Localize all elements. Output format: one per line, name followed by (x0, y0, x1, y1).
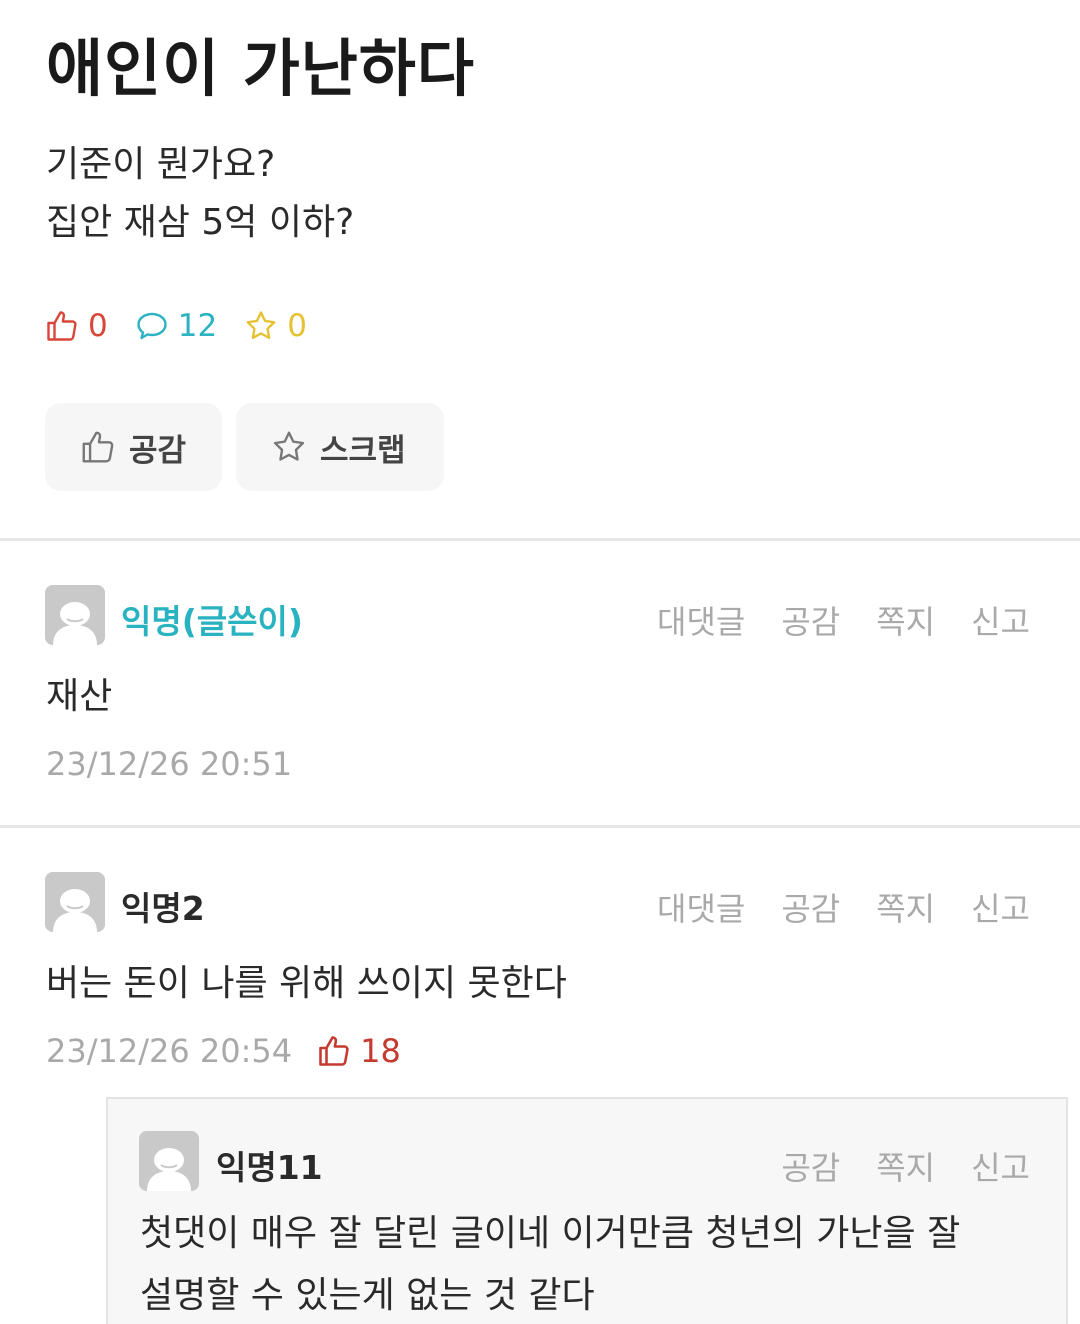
message-button[interactable]: 쪽지 (876, 1143, 935, 1189)
comment-like-button[interactable]: 공감 (781, 597, 840, 643)
post-body-line: 집안 재삼 5억 이하? (46, 202, 355, 243)
reply-text: 첫댓이 매우 잘 달린 글이네 이거만큼 청년의 가난을 잘 설명할 수 있는게… (140, 1203, 960, 1324)
avatar (139, 1131, 199, 1191)
comment-text: 재산 (46, 676, 113, 717)
anonymous-user-icon (45, 585, 105, 645)
scrap-button[interactable]: 스크랩 (236, 403, 444, 491)
scrap-count-value: 0 (287, 308, 307, 344)
avatar (45, 872, 105, 932)
thumbs-up-icon (47, 311, 77, 341)
star-icon (273, 431, 305, 461)
reply-item: 익명11 공감 쪽지 신고 첫댓이 매우 잘 달린 글이네 이거만큼 청년의 가… (106, 1097, 1068, 1324)
reply-text-line: 설명할 수 있는게 없는 것 같다 (140, 1275, 595, 1316)
anonymous-user-icon (139, 1131, 199, 1191)
report-button[interactable]: 신고 (971, 1143, 1030, 1189)
scrap-count: 0 (243, 308, 307, 344)
comment-actions: 대댓글 공감 쪽지 신고 (621, 597, 1030, 643)
thumbs-up-icon (82, 431, 114, 463)
reply-text-line: 첫댓이 매우 잘 달린 글이네 이거만큼 청년의 가난을 잘 (140, 1213, 961, 1254)
message-button[interactable]: 쪽지 (876, 597, 935, 643)
star-icon (246, 311, 276, 340)
post-actions: 공감 스크랩 (45, 403, 458, 491)
post: 애인이 가난하다 기준이 뭔가요? 집안 재삼 5억 이하? 0 12 0 공감… (0, 0, 1080, 540)
avatar (45, 585, 105, 645)
reply-like-button[interactable]: 공감 (781, 1143, 840, 1189)
like-button[interactable]: 공감 (45, 403, 222, 491)
post-stats: 0 12 0 (44, 306, 333, 346)
thumbs-up-icon (319, 1036, 349, 1066)
comment-count-value: 12 (177, 308, 218, 344)
comment-like-count: 18 (316, 1032, 401, 1070)
reply-actions: 공감 쪽지 신고 (745, 1143, 1030, 1189)
comment-like-count-value: 18 (360, 1032, 401, 1070)
comment-meta: 23/12/26 20:51 (46, 745, 292, 783)
comment-item: 익명(글쓴이) 대댓글 공감 쪽지 신고 재산 23/12/26 20:51 (0, 541, 1080, 825)
message-button[interactable]: 쪽지 (876, 884, 935, 930)
reply-button[interactable]: 대댓글 (657, 597, 745, 643)
post-title: 애인이 가난하다 (46, 32, 475, 105)
reply-button[interactable]: 대댓글 (657, 884, 745, 930)
reply-author[interactable]: 익명11 (216, 1141, 323, 1189)
speech-bubble-icon (137, 312, 167, 340)
like-count-value: 0 (88, 308, 108, 344)
anonymous-user-icon (45, 872, 105, 932)
like-button-label: 공감 (129, 432, 187, 469)
comment-timestamp: 23/12/26 20:51 (46, 745, 293, 783)
comment-author[interactable]: 익명(글쓴이) (121, 595, 303, 643)
comment-author[interactable]: 익명2 (121, 882, 205, 930)
post-body-line: 기준이 뭔가요? (46, 144, 276, 185)
comment-item: 익명2 대댓글 공감 쪽지 신고 버는 돈이 나를 위해 쓰이지 못한다 23/… (0, 828, 1080, 1097)
comment-meta: 23/12/26 20:54 18 (46, 1032, 401, 1070)
comment-timestamp: 23/12/26 20:54 (46, 1032, 293, 1070)
report-button[interactable]: 신고 (971, 597, 1030, 643)
like-count: 0 (44, 308, 108, 344)
report-button[interactable]: 신고 (971, 884, 1030, 930)
scrap-button-label: 스크랩 (320, 432, 406, 469)
post-body: 기준이 뭔가요? 집안 재삼 5억 이하? (46, 136, 354, 252)
comment-actions: 대댓글 공감 쪽지 신고 (621, 884, 1030, 930)
comment-text: 버는 돈이 나를 위해 쓰이지 못한다 (46, 963, 567, 1004)
comment-count: 12 (134, 308, 217, 344)
comment-like-button[interactable]: 공감 (781, 884, 840, 930)
